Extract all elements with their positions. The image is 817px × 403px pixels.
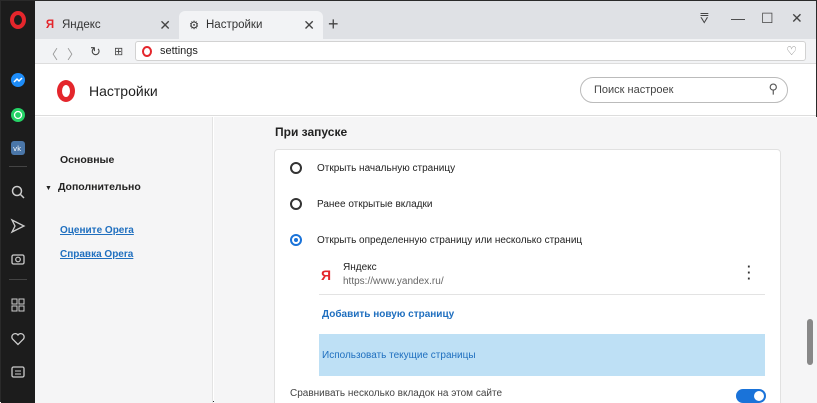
nav-item-advanced[interactable]: ▼ Дополнительно bbox=[45, 181, 141, 193]
speed-dial-icon[interactable]: ⊞ bbox=[114, 45, 123, 58]
camera-icon[interactable] bbox=[9, 250, 27, 268]
tab-label: Яндекс bbox=[62, 19, 101, 31]
search-icon: ⚲ bbox=[768, 81, 778, 96]
tab-strip: Я Яндекс ✕ ⚙ Настройки ✕ + ⩢ — ☐ ✕ bbox=[35, 1, 816, 39]
minimize-button[interactable]: — bbox=[731, 10, 745, 26]
site-name: Яндекс bbox=[343, 262, 377, 273]
settings-content: При запуске Открыть начальную страницу Р… bbox=[214, 117, 804, 403]
startup-card: Открыть начальную страницу Ранее открыты… bbox=[274, 149, 781, 403]
send-icon[interactable] bbox=[9, 217, 27, 235]
radio-label: Открыть определенную страницу или нескол… bbox=[317, 235, 583, 246]
add-page-link[interactable]: Добавить новую страницу bbox=[322, 309, 454, 320]
address-bar: 〈 〉 ↻ ⊞ settings ♡ bbox=[35, 39, 816, 64]
use-current-pages-button[interactable]: Использовать текущие страницы bbox=[319, 334, 765, 376]
news-icon[interactable] bbox=[9, 363, 27, 381]
nav-item-basic[interactable]: Основные bbox=[60, 154, 114, 166]
opera-logo-icon bbox=[57, 80, 75, 102]
section-title: При запуске bbox=[275, 125, 348, 139]
search-icon[interactable] bbox=[9, 183, 27, 201]
yandex-icon: Я bbox=[321, 267, 332, 283]
heart-icon[interactable] bbox=[9, 330, 27, 348]
settings-header: Настройки Поиск настроек ⚲ bbox=[35, 64, 816, 116]
search-placeholder: Поиск настроек bbox=[594, 84, 674, 96]
tab-label: Настройки bbox=[206, 19, 263, 31]
page-title: Настройки bbox=[89, 83, 158, 99]
tab-settings[interactable]: ⚙ Настройки ✕ bbox=[179, 11, 323, 39]
new-tab-button[interactable]: + bbox=[328, 14, 339, 35]
url-field[interactable]: settings ♡ bbox=[135, 41, 806, 61]
forward-icon[interactable]: 〉 bbox=[67, 44, 80, 63]
bookmark-heart-icon[interactable]: ♡ bbox=[786, 44, 797, 58]
yandex-icon: Я bbox=[45, 19, 55, 31]
url-text: settings bbox=[160, 45, 198, 57]
tab-menu-icon[interactable]: ⩢ bbox=[700, 10, 709, 27]
opera-help-link[interactable]: Справка Opera bbox=[60, 249, 133, 260]
radio-label: Открыть начальную страницу bbox=[317, 163, 456, 174]
close-window-button[interactable]: ✕ bbox=[791, 10, 803, 27]
opera-logo-icon[interactable] bbox=[10, 11, 26, 29]
sidebar-divider bbox=[9, 279, 27, 280]
site-url: https://www.yandex.ru/ bbox=[343, 276, 444, 287]
scrollbar[interactable] bbox=[804, 117, 817, 403]
close-tab-icon[interactable]: ✕ bbox=[159, 17, 171, 34]
messenger-icon[interactable] bbox=[9, 71, 27, 89]
caret-down-icon: ▼ bbox=[45, 185, 52, 192]
maximize-button[interactable]: ☐ bbox=[761, 10, 774, 27]
svg-text:vk: vk bbox=[13, 145, 22, 153]
opera-sidebar: vk bbox=[1, 1, 35, 403]
back-icon[interactable]: 〈 bbox=[45, 44, 58, 63]
button-label: Использовать текущие страницы bbox=[322, 350, 476, 361]
sidebar-divider bbox=[9, 166, 27, 167]
radio-specific-pages[interactable] bbox=[290, 234, 302, 246]
radio-start-page[interactable] bbox=[290, 162, 302, 174]
whatsapp-icon[interactable] bbox=[9, 106, 27, 124]
tab-yandex[interactable]: Я Яндекс ✕ bbox=[35, 11, 179, 39]
browser-window: vk Я Яндекс ✕ ⚙ Настройки ✕ + ⩢ — ☐ ✕ 〈 … bbox=[0, 0, 817, 403]
scrollbar-thumb[interactable] bbox=[807, 319, 813, 365]
radio-previous-tabs[interactable] bbox=[290, 198, 302, 210]
next-setting-toggle[interactable] bbox=[736, 389, 766, 403]
speed-dial-icon[interactable] bbox=[9, 296, 27, 314]
more-options-icon[interactable]: · · · bbox=[747, 260, 751, 285]
divider bbox=[319, 294, 765, 295]
rate-opera-link[interactable]: Оцените Opera bbox=[60, 225, 134, 236]
settings-nav: Основные ▼ Дополнительно Оцените Opera Сп… bbox=[35, 117, 213, 403]
radio-label: Ранее открытые вкладки bbox=[317, 199, 433, 210]
settings-search-input[interactable]: Поиск настроек ⚲ bbox=[580, 77, 788, 103]
close-tab-icon[interactable]: ✕ bbox=[303, 17, 315, 34]
opera-page-icon bbox=[142, 45, 152, 57]
vk-icon[interactable]: vk bbox=[9, 139, 27, 157]
reload-icon[interactable]: ↻ bbox=[90, 44, 101, 60]
nav-item-label: Дополнительно bbox=[57, 181, 141, 193]
next-setting-label: Сравнивать несколько вкладок на этом сай… bbox=[290, 388, 503, 399]
gear-icon: ⚙ bbox=[188, 20, 200, 32]
